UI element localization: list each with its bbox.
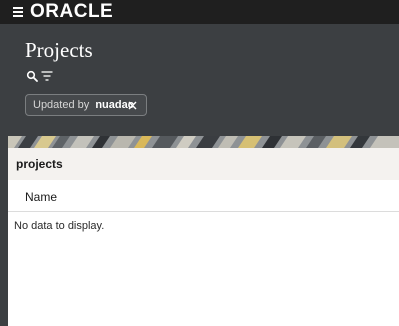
filter-chip-updated-by[interactable]: Updated by nuadac	[25, 94, 147, 116]
column-header-name[interactable]: Name	[25, 190, 57, 204]
filter-icon[interactable]	[41, 71, 53, 81]
page-title: Projects	[25, 38, 93, 62]
page-header: Projects Updated by nuadac	[0, 24, 399, 136]
empty-state-message: No data to display.	[14, 220, 105, 232]
filter-chip-label: Updated by	[33, 99, 90, 111]
oracle-logo[interactable]: ORACLE	[30, 2, 113, 22]
close-icon[interactable]	[128, 101, 137, 110]
panel-header: projects	[8, 148, 399, 180]
projects-panel: projects Name No data to display.	[8, 148, 399, 326]
table-header: Name	[8, 180, 399, 212]
panel-title: projects	[16, 157, 63, 171]
top-bar: ORACLE	[0, 0, 399, 24]
decorative-banner-pattern	[8, 136, 399, 148]
menu-icon[interactable]	[13, 7, 23, 17]
search-icon[interactable]	[26, 70, 38, 82]
